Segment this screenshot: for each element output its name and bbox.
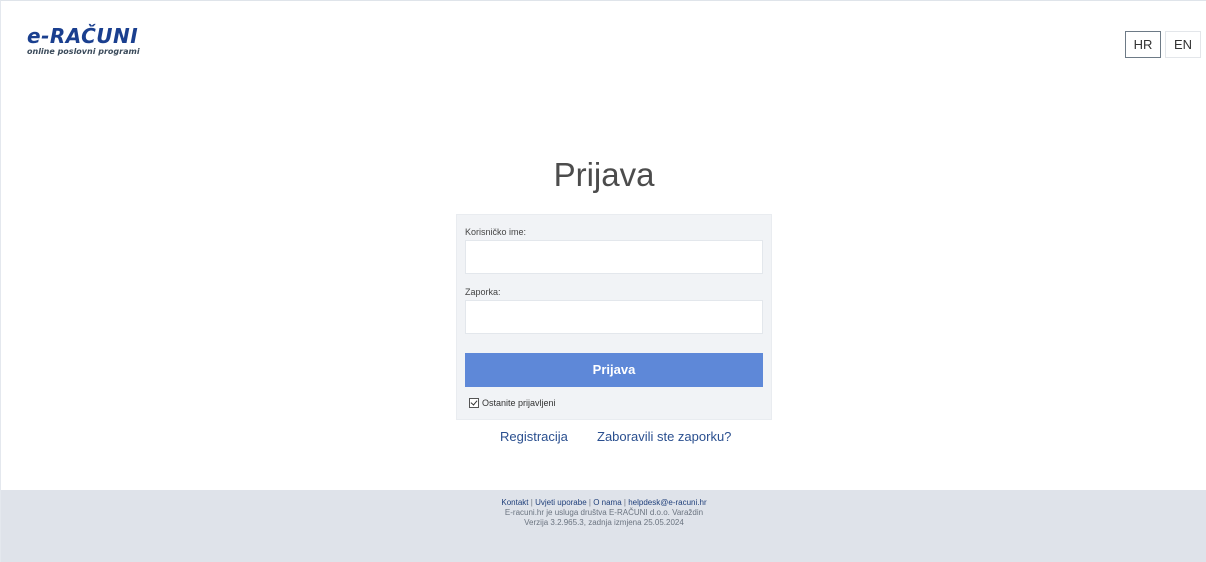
username-label: Korisničko ime: xyxy=(465,227,527,237)
forgot-password-link[interactable]: Zaboravili ste zaporku? xyxy=(597,429,731,444)
page-title: Prijava xyxy=(553,156,655,193)
footer-separator: | xyxy=(530,498,533,507)
footer-version-text: Verzija 3.2.965.3, zadnja izmjena 25.05.… xyxy=(524,518,684,527)
footer-separator: | xyxy=(623,498,626,507)
language-en-button[interactable]: EN xyxy=(1165,31,1201,58)
footer-links: Kontakt | Uvjeti uporabe | O nama | help… xyxy=(1,498,1206,508)
login-form: Korisničko ime: Zaporka: Prijava Ostanit… xyxy=(456,214,772,420)
remember-me-label: Ostanite prijavljeni xyxy=(482,398,556,408)
footer-contact-link[interactable]: Kontakt xyxy=(501,498,528,507)
footer-email-link[interactable]: helpdesk@e-racuni.hr xyxy=(628,498,706,507)
login-button[interactable]: Prijava xyxy=(465,353,763,387)
register-link[interactable]: Registracija xyxy=(500,429,568,444)
remember-me-checkbox[interactable] xyxy=(469,398,479,408)
password-input[interactable] xyxy=(465,300,763,334)
footer-company-text: E-racuni.hr je usluga društva E-RAČUNI d… xyxy=(504,508,704,517)
logo-tagline: online poslovni programi xyxy=(27,47,140,56)
logo-wordmark: e-RAČUNI xyxy=(27,24,139,48)
password-label: Zaporka: xyxy=(465,287,501,297)
e-racuni-logo[interactable]: e-RAČUNI online poslovni programi xyxy=(27,25,157,67)
footer-terms-link[interactable]: Uvjeti uporabe xyxy=(535,498,587,507)
remember-me[interactable]: Ostanite prijavljeni xyxy=(469,398,556,408)
username-input[interactable] xyxy=(465,240,763,274)
language-hr-button[interactable]: HR xyxy=(1125,31,1161,58)
footer: Kontakt | Uvjeti uporabe | O nama | help… xyxy=(1,490,1206,562)
footer-separator: | xyxy=(588,498,591,507)
login-page: e-RAČUNI online poslovni programi HR EN … xyxy=(0,0,1206,562)
footer-about-link[interactable]: O nama xyxy=(593,498,621,507)
